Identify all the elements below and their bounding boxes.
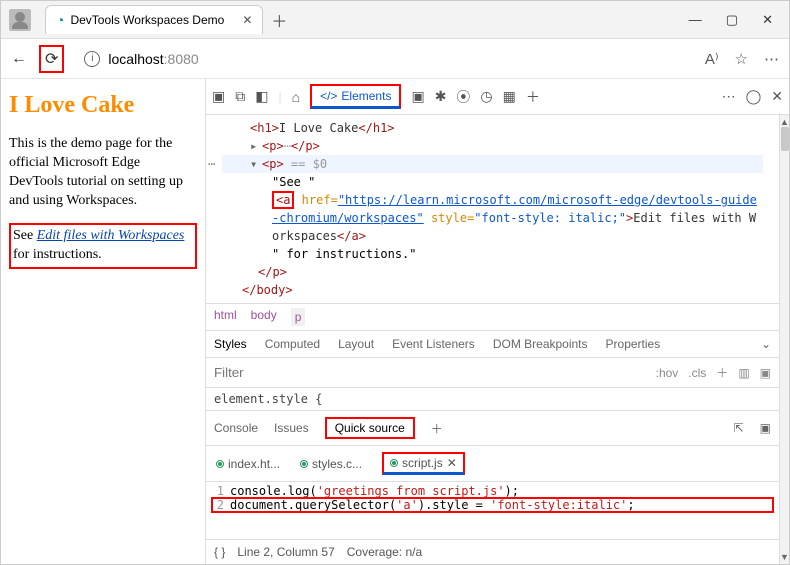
performance-icon[interactable]: ◷ bbox=[480, 88, 492, 105]
crumb-p[interactable]: p bbox=[291, 308, 306, 326]
scroll-thumb[interactable] bbox=[781, 127, 789, 151]
expand-icon[interactable]: ▸ bbox=[250, 137, 260, 155]
device-toggle-icon[interactable]: ⧉ bbox=[235, 88, 245, 105]
close-tab-icon[interactable]: ✕ bbox=[242, 13, 252, 27]
drawer-popout-icon[interactable]: ⇱ bbox=[734, 421, 744, 435]
tab-title: DevTools Workspaces Demo bbox=[70, 13, 224, 27]
more-tabs-icon[interactable]: ＋ bbox=[526, 87, 540, 107]
elements-tab[interactable]: </> Elements bbox=[310, 84, 401, 109]
site-info-icon[interactable]: i bbox=[84, 51, 100, 67]
file-tab-script[interactable]: script.js ✕ bbox=[382, 452, 465, 475]
styles-filter-row: :hov .cls ＋ ▥ ▣ bbox=[206, 358, 779, 388]
window-controls: — ▢ ✕ bbox=[689, 12, 789, 28]
page-heading: I Love Cake bbox=[9, 89, 197, 121]
element-style[interactable]: element.style { bbox=[206, 388, 779, 411]
tab-styles[interactable]: Styles bbox=[214, 337, 247, 351]
status-bar: { } Line 2, Column 57 Coverage: n/a bbox=[206, 539, 779, 564]
minimize-button[interactable]: — bbox=[689, 12, 702, 28]
devtools-scrollbar[interactable]: ▲ ▼ bbox=[779, 115, 789, 564]
file-icon bbox=[300, 460, 308, 468]
file-tabs: index.ht... styles.c... script.js ✕ bbox=[206, 446, 779, 482]
tab-event-listeners[interactable]: Event Listeners bbox=[392, 337, 475, 351]
collapse-styles-icon[interactable]: ⌄ bbox=[761, 337, 771, 351]
rendered-page: I Love Cake This is the demo page for th… bbox=[1, 79, 206, 564]
tab-dom-breakpoints[interactable]: DOM Breakpoints bbox=[493, 337, 588, 351]
back-button[interactable]: ← bbox=[11, 50, 27, 68]
drawer-quick-source[interactable]: Quick source bbox=[325, 417, 415, 439]
browser-tab[interactable]: ◔ DevTools Workspaces Demo ✕ bbox=[45, 5, 263, 34]
maximize-button[interactable]: ▢ bbox=[726, 12, 738, 28]
welcome-icon[interactable]: ⌂ bbox=[292, 89, 300, 105]
dom-tree[interactable]: <h1>I Love Cake</h1> ▸<p>⋯</p> ⋯▾<p> == … bbox=[206, 115, 779, 303]
close-devtools-icon[interactable]: ✕ bbox=[771, 88, 783, 105]
kebab-icon[interactable]: ⋯ bbox=[722, 88, 736, 105]
file-tab-index[interactable]: index.ht... bbox=[216, 457, 280, 471]
titlebar: ◔ DevTools Workspaces Demo ✕ ＋ — ▢ ✕ bbox=[1, 1, 789, 39]
hov-toggle[interactable]: :hov bbox=[656, 366, 679, 380]
code-editor[interactable]: 1console.log('greetings from script.js')… bbox=[206, 482, 779, 539]
bug-icon[interactable]: ✱ bbox=[435, 88, 447, 105]
computed-toggle-icon[interactable]: ▣ bbox=[760, 366, 771, 380]
drawer-issues[interactable]: Issues bbox=[274, 421, 309, 435]
flexbox-overlay-icon[interactable]: ▥ bbox=[738, 366, 749, 380]
panel-layout-icon[interactable]: ◧ bbox=[255, 88, 268, 105]
crumb-body[interactable]: body bbox=[251, 308, 277, 326]
favorite-icon[interactable]: ☆ bbox=[735, 50, 748, 68]
drawer-more-icon[interactable]: ＋ bbox=[431, 420, 443, 437]
styles-tabs: Styles Computed Layout Event Listeners D… bbox=[206, 331, 779, 358]
drawer-tabs: Console Issues Quick source ＋ ⇱ ▣ bbox=[206, 411, 779, 446]
dom-breadcrumb: html body p bbox=[206, 303, 779, 331]
new-rule-icon[interactable]: ＋ bbox=[716, 364, 728, 381]
devtools-panel: ▣ ⧉ ◧ | ⌂ </> Elements ▣ ✱ ⦿ ◷ ▦ ＋ ⋯ ◯ ✕… bbox=[206, 79, 789, 564]
profile-avatar[interactable] bbox=[9, 9, 31, 31]
refresh-button[interactable]: ⟳ bbox=[45, 51, 58, 68]
new-tab-button[interactable]: ＋ bbox=[271, 8, 287, 32]
scroll-up-icon[interactable]: ▲ bbox=[780, 117, 789, 127]
cls-toggle[interactable]: .cls bbox=[688, 366, 706, 380]
address-bar: ← ⟳ i localhost:8080 A⁾ ☆ ⋯ bbox=[1, 39, 789, 79]
network-icon[interactable]: ⦿ bbox=[456, 87, 470, 107]
refresh-highlight: ⟳ bbox=[39, 45, 64, 73]
see-paragraph: See Edit files with Workspaces for instr… bbox=[9, 223, 197, 269]
filter-input[interactable] bbox=[214, 365, 646, 380]
inspect-icon[interactable]: ▣ bbox=[212, 88, 225, 105]
more-icon[interactable]: ⋯ bbox=[764, 50, 779, 68]
elements-icon: </> bbox=[320, 89, 337, 103]
scroll-down-icon[interactable]: ▼ bbox=[780, 552, 789, 562]
close-file-icon[interactable]: ✕ bbox=[447, 456, 457, 470]
close-window-button[interactable]: ✕ bbox=[762, 12, 773, 28]
console-tab-icon[interactable]: ▣ bbox=[411, 88, 424, 105]
coverage-status: Coverage: n/a bbox=[347, 545, 422, 559]
drawer-console[interactable]: Console bbox=[214, 421, 258, 435]
drawer-layout-icon[interactable]: ▣ bbox=[760, 421, 771, 435]
cursor-position: Line 2, Column 57 bbox=[237, 545, 334, 559]
url-text: localhost:8080 bbox=[108, 51, 198, 67]
tab-properties[interactable]: Properties bbox=[606, 337, 661, 351]
workspaces-link[interactable]: Edit files with Workspaces bbox=[37, 228, 185, 243]
collapse-icon[interactable]: ▾ bbox=[250, 155, 260, 173]
file-icon bbox=[216, 460, 224, 468]
memory-icon[interactable]: ▦ bbox=[503, 88, 516, 105]
issues-badge-icon[interactable]: ◯ bbox=[746, 88, 762, 105]
tab-layout[interactable]: Layout bbox=[338, 337, 374, 351]
file-icon bbox=[390, 459, 398, 467]
intro-paragraph: This is the demo page for the official M… bbox=[9, 135, 197, 211]
edge-icon: ◔ bbox=[56, 12, 64, 28]
crumb-html[interactable]: html bbox=[214, 308, 237, 326]
brace-icon[interactable]: { } bbox=[214, 545, 225, 559]
tab-computed[interactable]: Computed bbox=[265, 337, 320, 351]
url-box[interactable]: i localhost:8080 bbox=[76, 47, 692, 71]
file-tab-styles[interactable]: styles.c... bbox=[300, 457, 362, 471]
devtools-toolbar: ▣ ⧉ ◧ | ⌂ </> Elements ▣ ✱ ⦿ ◷ ▦ ＋ ⋯ ◯ ✕ bbox=[206, 79, 789, 115]
read-aloud-icon[interactable]: A⁾ bbox=[705, 50, 719, 68]
